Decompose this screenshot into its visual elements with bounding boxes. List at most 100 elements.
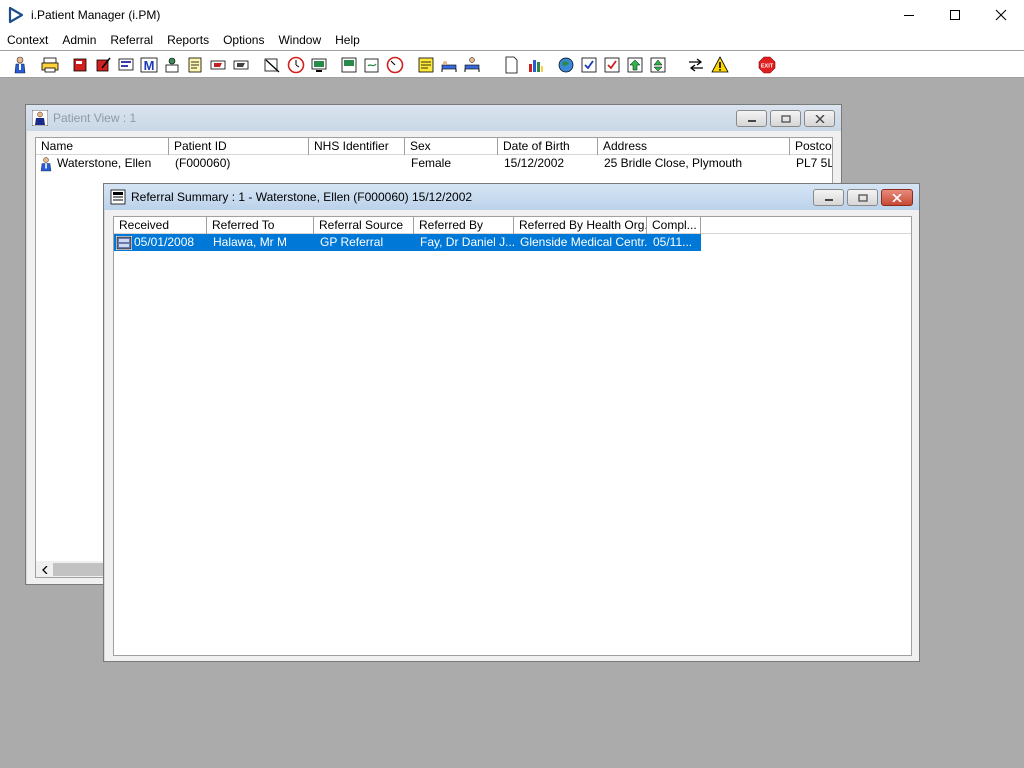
col-name[interactable]: Name [36, 138, 169, 155]
svg-text:M: M [143, 58, 154, 73]
minimize-button[interactable] [886, 0, 932, 30]
tb-flag-button[interactable] [207, 54, 228, 75]
search-record-icon [118, 58, 133, 70]
tb-no-entry-button[interactable] [261, 54, 282, 75]
swap-arrows-icon [688, 57, 703, 72]
toolbar: M EXIT [0, 50, 1024, 78]
col-referred-by-org[interactable]: Referred By Health Org. [514, 217, 647, 234]
referral-summary-window[interactable]: Referral Summary : 1 - Waterstone, Ellen… [103, 183, 920, 662]
table-row[interactable]: Waterstone, Ellen (F000060) Female 15/12… [36, 155, 832, 172]
app-logo-icon [8, 6, 24, 24]
doc-edit-icon [364, 58, 378, 72]
menu-bar: Context Admin Referral Reports Options W… [0, 30, 1024, 50]
referral-summary-controls [813, 189, 913, 206]
printer-icon [41, 57, 58, 72]
app-title: i.Patient Manager (i.PM) [31, 8, 161, 22]
tb-document-button[interactable] [500, 54, 521, 75]
tb-globe-button[interactable] [555, 54, 576, 75]
gauge-icon [386, 56, 403, 73]
patient-view-restore-button[interactable] [770, 110, 801, 127]
col-postcode[interactable]: Postcod [790, 138, 832, 155]
cell-referred-to: Halawa, Mr M [207, 234, 314, 251]
menu-options[interactable]: Options [216, 30, 271, 50]
monitor-icon [311, 58, 326, 72]
tb-gauge-button[interactable] [384, 54, 405, 75]
patient-view-titlebar[interactable]: Patient View : 1 [26, 105, 841, 131]
col-referred-to[interactable]: Referred To [207, 217, 314, 234]
tb-bed-person-button[interactable] [461, 54, 482, 75]
referral-close-button[interactable] [881, 189, 913, 206]
col-referred-by[interactable]: Referred By [414, 217, 514, 234]
tb-check-list-button[interactable] [578, 54, 599, 75]
tb-book-button[interactable] [69, 54, 90, 75]
tb-bed-button[interactable] [438, 54, 459, 75]
close-icon [892, 193, 902, 202]
menu-context[interactable]: Context [0, 30, 55, 50]
chart-doc-icon [341, 57, 356, 72]
tb-search-record-button[interactable] [115, 54, 136, 75]
minimize-icon [824, 198, 833, 201]
warning-icon [710, 55, 729, 72]
cell-address: 25 Bridle Close, Plymouth [604, 156, 743, 170]
m-letter-icon: M [140, 57, 157, 73]
tb-chart-doc-button[interactable] [338, 54, 359, 75]
referral-minimize-button[interactable] [813, 189, 844, 206]
scroll-left-button[interactable] [36, 561, 53, 577]
minimize-icon [747, 119, 756, 122]
window-controls [886, 0, 1024, 30]
referral-restore-button[interactable] [847, 189, 878, 206]
patient-icon [32, 110, 48, 126]
menu-help[interactable]: Help [328, 30, 367, 50]
tb-bar-chart-button[interactable] [525, 54, 546, 75]
close-button[interactable] [978, 0, 1024, 30]
tb-person-card-button[interactable] [161, 54, 182, 75]
tb-clock-button[interactable] [285, 54, 306, 75]
maximize-icon [950, 10, 960, 20]
col-date-of-birth[interactable]: Date of Birth [498, 138, 598, 155]
tb-green-arrows-button[interactable] [647, 54, 668, 75]
referral-summary-titlebar[interactable]: Referral Summary : 1 - Waterstone, Ellen… [104, 184, 919, 210]
col-sex[interactable]: Sex [405, 138, 498, 155]
tb-patient-button[interactable] [9, 54, 30, 75]
tb-swap-button[interactable] [685, 54, 706, 75]
col-received[interactable]: Received [114, 217, 207, 234]
col-completed[interactable]: Compl... [647, 217, 701, 234]
tb-flag-alt-button[interactable] [230, 54, 251, 75]
patient-view-close-button[interactable] [804, 110, 835, 127]
table-row[interactable]: 05/01/2008 Halawa, Mr M GP Referral Fay,… [114, 234, 701, 251]
referral-summary-title: Referral Summary : 1 - Waterstone, Ellen… [131, 190, 473, 204]
maximize-button[interactable] [932, 0, 978, 30]
tb-edit-book-button[interactable] [92, 54, 113, 75]
patient-view-minimize-button[interactable] [736, 110, 767, 127]
tb-green-arrow-button[interactable] [624, 54, 645, 75]
clock-icon [287, 56, 304, 73]
menu-reports[interactable]: Reports [160, 30, 216, 50]
patient-icon [40, 156, 52, 171]
chevron-left-icon [41, 565, 47, 574]
cancel-doc-icon [264, 58, 279, 72]
minimize-icon [904, 15, 914, 16]
tb-m-button[interactable]: M [138, 54, 159, 75]
restore-icon [857, 193, 868, 202]
tb-printer-button[interactable] [39, 54, 60, 75]
tb-yellow-note-button[interactable] [415, 54, 436, 75]
menu-admin[interactable]: Admin [55, 30, 103, 50]
green-arrow-icon [627, 57, 642, 72]
cell-referred-by: Fay, Dr Daniel J... [414, 234, 514, 251]
cell-received-wrap: 05/01/2008 [114, 234, 207, 251]
tb-monitor-button[interactable] [308, 54, 329, 75]
check-list-icon [581, 57, 596, 72]
tb-note-button[interactable] [184, 54, 205, 75]
menu-referral[interactable]: Referral [103, 30, 160, 50]
exit-icon: EXIT [758, 56, 775, 73]
document-icon [505, 56, 517, 73]
col-patient-id[interactable]: Patient ID [169, 138, 309, 155]
tb-exit-button[interactable]: EXIT [756, 54, 777, 75]
col-nhs-identifier[interactable]: NHS Identifier [309, 138, 405, 155]
menu-window[interactable]: Window [271, 30, 328, 50]
tb-warning-button[interactable] [709, 54, 730, 75]
col-referral-source[interactable]: Referral Source [314, 217, 414, 234]
col-address[interactable]: Address [598, 138, 790, 155]
tb-check-doc-button[interactable] [601, 54, 622, 75]
tb-doc-edit-button[interactable] [361, 54, 382, 75]
